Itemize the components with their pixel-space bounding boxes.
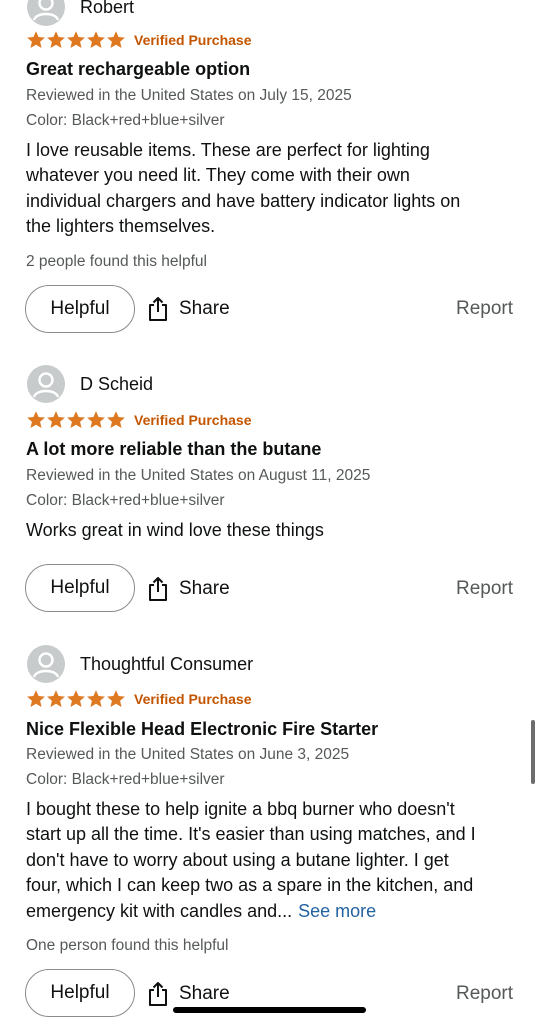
star-rating <box>26 689 126 709</box>
reviewer-profile[interactable]: Thoughtful Consumer <box>27 645 253 683</box>
star-icon <box>26 689 46 709</box>
review-variant: Color: Black+red+blue+silver <box>26 771 225 788</box>
star-icon <box>46 689 66 709</box>
helpful-count: One person found this helpful <box>26 937 229 954</box>
scrollbar[interactable] <box>531 720 535 784</box>
review-body-line: don't have to worry about using a butane… <box>26 849 449 870</box>
review-date: Reviewed in the United States on June 3,… <box>26 746 350 763</box>
share-icon <box>146 981 170 1007</box>
share-label: Share <box>179 983 230 1004</box>
review-body-line: emergency kit with candles and... <box>26 900 293 921</box>
star-icon <box>106 689 126 709</box>
avatar <box>27 645 65 683</box>
person-icon <box>27 645 65 683</box>
verified-purchase-badge: Verified Purchase <box>134 691 252 707</box>
review-body-line: I bought these to help ignite a bbq burn… <box>26 799 455 819</box>
star-icon <box>66 689 86 709</box>
rating-row: Verified Purchase <box>26 688 252 710</box>
star-icon <box>86 689 106 709</box>
reviewer-name: Thoughtful Consumer <box>80 653 254 674</box>
helpful-button[interactable]: Helpful <box>25 969 135 1017</box>
review-body-line: start up all the time. It's easier than … <box>26 824 476 845</box>
report-link[interactable]: Report <box>456 983 513 1005</box>
home-indicator[interactable] <box>173 1007 366 1013</box>
share-button[interactable]: Share <box>146 979 230 1009</box>
review-title[interactable]: Nice Flexible Head Electronic Fire Start… <box>26 719 378 740</box>
review-card: Thoughtful Consumer Verified Purchase Ni… <box>0 0 539 1024</box>
review-body-line-last: emergency kit with candles and... See mor… <box>26 899 516 924</box>
review-body: I bought these to help ignite a bbq burn… <box>26 797 516 924</box>
see-more-link[interactable]: See more <box>298 901 376 921</box>
review-body-line: four, which I can keep two as a spare in… <box>26 875 474 896</box>
